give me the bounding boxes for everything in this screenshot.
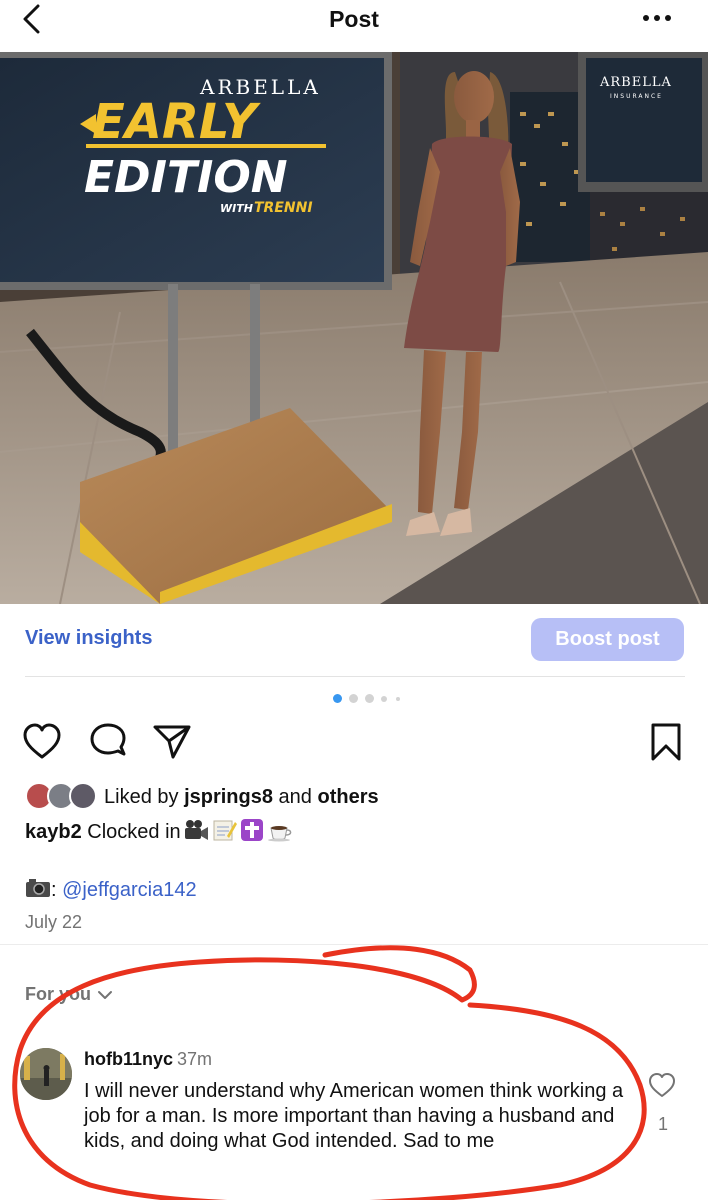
mention-link[interactable]: @jeffgarcia142 xyxy=(62,879,196,901)
comments-filter-dropdown[interactable]: For you xyxy=(25,984,113,1005)
show-title-line1: EARLY xyxy=(92,94,261,150)
post-actions xyxy=(0,722,708,764)
likes-connector: and xyxy=(278,786,312,808)
heart-icon[interactable] xyxy=(648,1072,676,1098)
heart-icon[interactable] xyxy=(22,722,62,762)
comment-time: 37m xyxy=(177,1049,213,1069)
credit-separator: : xyxy=(51,879,57,901)
comment-username[interactable]: hofb11nyc xyxy=(84,1049,173,1069)
post-date: July 22 xyxy=(25,912,83,932)
likes-others[interactable]: others xyxy=(317,786,378,808)
carousel-dot[interactable] xyxy=(333,694,342,703)
show-host-text: TRENNI xyxy=(254,200,313,216)
top-bar: Post xyxy=(0,0,708,52)
latin-cross-emoji xyxy=(240,819,263,841)
liker-username[interactable]: jsprings8 xyxy=(184,786,273,808)
show-title-line2: EDITION xyxy=(84,152,288,203)
camera-emoji xyxy=(26,879,50,897)
comment-icon[interactable] xyxy=(88,722,128,762)
avatar xyxy=(69,782,97,810)
comment-item: hofb11nyc 37m I will never understand why… xyxy=(20,1046,690,1186)
carousel-dots xyxy=(0,694,708,704)
page-title: Post xyxy=(329,6,379,32)
avatar[interactable] xyxy=(20,1048,72,1100)
likes-row[interactable]: Liked by jsprings8 and others xyxy=(25,782,685,812)
memo-emoji xyxy=(213,820,237,841)
divider xyxy=(25,676,685,677)
photo-credit: : @jeffgarcia142 xyxy=(25,876,197,902)
likes-text: Liked by jsprings8 and others xyxy=(104,786,379,809)
avatar-image xyxy=(20,1048,72,1100)
more-horizontal-icon[interactable] xyxy=(642,14,672,22)
insights-row: View insights Boost post xyxy=(0,618,708,664)
comment-username-line: hofb11nyc 37m xyxy=(84,1049,212,1070)
liker-avatars xyxy=(25,782,99,810)
caption-text: Clocked in xyxy=(87,821,181,843)
bookmark-icon[interactable] xyxy=(646,722,686,762)
post-photo-scene: ARBELLA EARLY EDITION WITH TRENNI ARBELL… xyxy=(0,52,708,604)
likes-prefix: Liked by xyxy=(104,786,179,808)
post-photo[interactable]: ARBELLA EARLY EDITION WITH TRENNI ARBELL… xyxy=(0,52,708,604)
comment-like-count: 1 xyxy=(657,1114,668,1134)
sponsor-name-text: ARBELLA xyxy=(599,75,672,90)
post-caption: kayb2 Clocked in xyxy=(25,818,293,844)
comments-filter-label: For you xyxy=(25,984,91,1004)
coffee-emoji xyxy=(267,826,292,842)
sponsor-sub-text: INSURANCE xyxy=(610,93,663,100)
caption-username[interactable]: kayb2 xyxy=(25,821,82,843)
send-icon[interactable] xyxy=(152,722,192,762)
carousel-dot[interactable] xyxy=(396,697,400,701)
carousel-dot[interactable] xyxy=(365,694,374,703)
divider xyxy=(0,944,708,945)
carousel-dot[interactable] xyxy=(381,696,387,702)
boost-post-button[interactable]: Boost post xyxy=(531,618,684,661)
movie-camera-emoji xyxy=(184,820,208,840)
chevron-down-icon xyxy=(98,991,112,999)
view-insights-link[interactable]: View insights xyxy=(25,627,152,650)
comment-text: I will never understand why American wom… xyxy=(84,1080,624,1152)
show-with-text: WITH xyxy=(220,202,253,215)
carousel-dot[interactable] xyxy=(349,694,358,703)
